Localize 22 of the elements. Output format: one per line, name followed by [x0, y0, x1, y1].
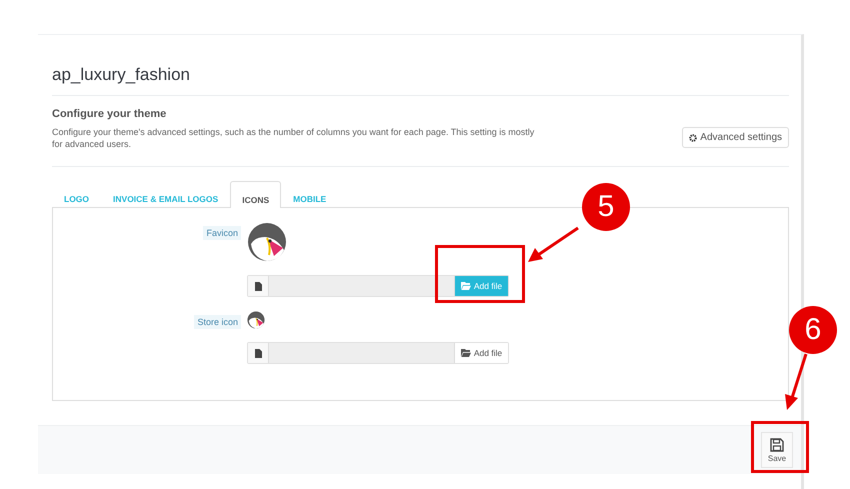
highlight-frame	[751, 421, 809, 473]
advanced-settings-button[interactable]: Advanced settings	[682, 127, 789, 148]
step-number-badge: 5	[582, 183, 630, 231]
arrow	[528, 226, 579, 262]
save-icon	[770, 438, 784, 452]
save-button[interactable]: Save	[761, 432, 793, 468]
page-title: ap_luxury_fashion	[52, 65, 191, 86]
field-label: Store icon	[194, 315, 241, 329]
section-title: Configure your theme	[52, 108, 168, 120]
settings-icon	[689, 134, 698, 142]
folder-icon	[460, 282, 471, 290]
tab[interactable]: ICONS	[230, 181, 282, 208]
section-description: Configure your theme's advanced settings, such as the number of columns you want for each page. This setting is mostly for advanced users.	[52, 126, 536, 150]
file-icon	[254, 348, 262, 358]
field-label: Favicon	[203, 226, 241, 240]
arrow	[785, 354, 808, 410]
file-icon	[254, 282, 262, 290]
folder-icon	[460, 349, 471, 357]
file-input[interactable]: Add file	[247, 342, 509, 364]
step-number-badge: 6	[789, 306, 837, 354]
bird-logo-icon	[247, 311, 265, 329]
bird-logo-icon	[247, 222, 287, 262]
